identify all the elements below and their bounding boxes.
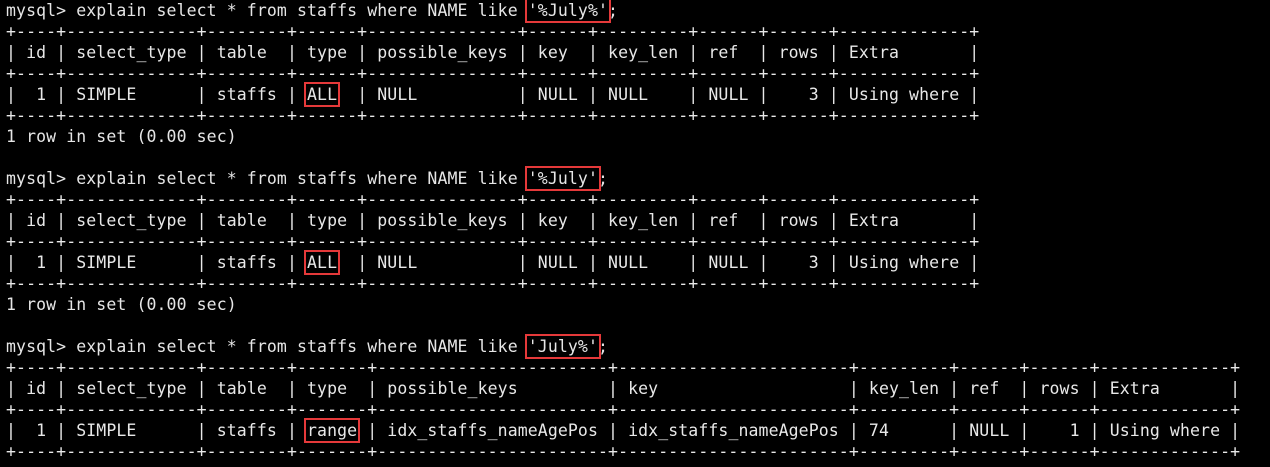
table-border: +----+-------------+--------+------+----… — [6, 22, 980, 41]
table-border: +----+-------------+--------+------+----… — [6, 232, 980, 251]
row-cells-after-type: | NULL | NULL | NULL | NULL | 3 | Using … — [337, 85, 980, 104]
table-border: +----+-------------+--------+-------+---… — [6, 442, 1241, 461]
result-summary: 1 row in set (0.00 sec) — [6, 127, 237, 146]
table-border: +----+-------------+--------+------+----… — [6, 64, 980, 83]
highlighted-type-cell: range — [304, 418, 361, 443]
row-cells-after-type: | idx_staffs_nameAgePos | idx_staffs_nam… — [357, 421, 1241, 440]
row-cells-before-type: | 1 | SIMPLE | staffs | — [6, 253, 308, 272]
table-header-row: | id | select_type | table | type | poss… — [6, 43, 980, 62]
row-cells-before-type: | 1 | SIMPLE | staffs | — [6, 85, 308, 104]
table-border: +----+-------------+--------+-------+---… — [6, 400, 1241, 419]
prompt-line: mysql> explain select * from staffs wher… — [6, 166, 1268, 191]
row-cells-before-type: | 1 | SIMPLE | staffs | — [6, 421, 308, 440]
table-border: +----+-------------+--------+------+----… — [6, 106, 980, 125]
query-text: mysql> explain select * from staffs wher… — [6, 337, 528, 356]
highlighted-like-pattern: 'July%' — [524, 334, 602, 359]
result-summary: 1 row in set (0.00 sec) — [6, 295, 237, 314]
table-header-row: | id | select_type | table | type | poss… — [6, 379, 1241, 398]
prompt-line: mysql> explain select * from staffs wher… — [6, 334, 1268, 359]
table-border: +----+-------------+--------+-------+---… — [6, 358, 1241, 377]
prompt-line: mysql> explain select * from staffs wher… — [6, 0, 1268, 23]
table-border: +----+-------------+--------+------+----… — [6, 274, 980, 293]
table-border: +----+-------------+--------+------+----… — [6, 190, 980, 209]
table-data-row: | 1 | SIMPLE | staffs | ALL | NULL | NUL… — [6, 250, 1268, 275]
table-header-row: | id | select_type | table | type | poss… — [6, 211, 980, 230]
highlighted-like-pattern: '%July%' — [524, 0, 612, 23]
row-cells-after-type: | NULL | NULL | NULL | NULL | 3 | Using … — [337, 253, 980, 272]
table-data-row: | 1 | SIMPLE | staffs | range | idx_staf… — [6, 418, 1268, 443]
highlighted-like-pattern: '%July' — [524, 166, 602, 191]
statement-terminator: ; — [598, 337, 609, 356]
statement-terminator: ; — [608, 1, 619, 20]
table-data-row: | 1 | SIMPLE | staffs | ALL | NULL | NUL… — [6, 82, 1268, 107]
highlighted-type-cell: ALL — [304, 250, 341, 275]
highlighted-type-cell: ALL — [304, 82, 341, 107]
terminal-output: mysql> explain select * from staffs wher… — [6, 0, 1268, 462]
query-text: mysql> explain select * from staffs wher… — [6, 169, 528, 188]
statement-terminator: ; — [598, 169, 609, 188]
query-text: mysql> explain select * from staffs wher… — [6, 1, 528, 20]
